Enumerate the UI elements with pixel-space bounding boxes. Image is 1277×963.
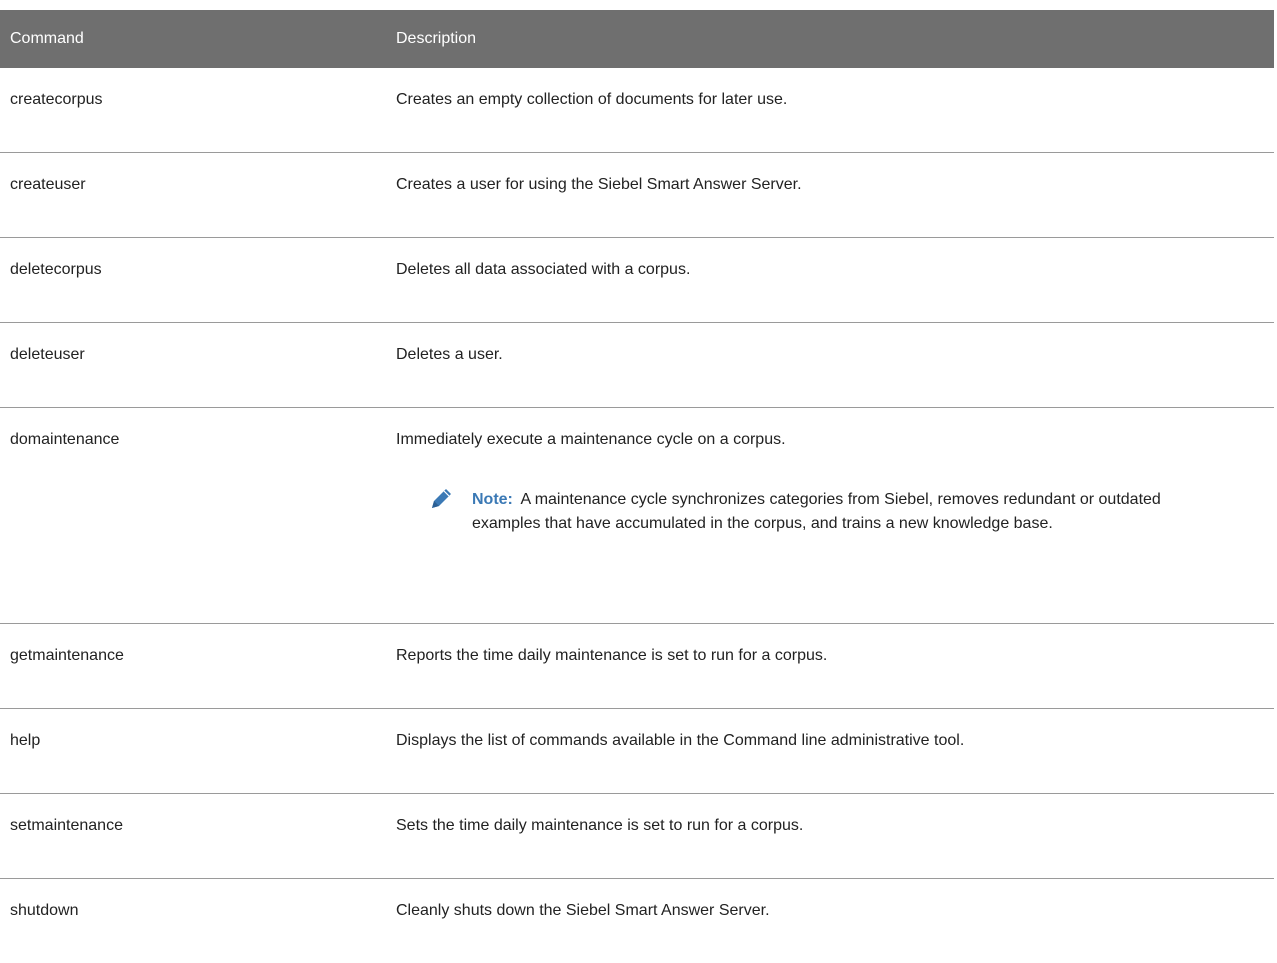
- description-text: Immediately execute a maintenance cycle …: [396, 431, 786, 448]
- table-row: setmaintenance Sets the time daily maint…: [0, 794, 1274, 879]
- description-cell: Creates a user for using the Siebel Smar…: [396, 176, 802, 193]
- note-text: A maintenance cycle synchronizes categor…: [472, 491, 1161, 532]
- description-cell: Reports the time daily maintenance is se…: [396, 647, 828, 664]
- header-command: Command: [10, 30, 84, 47]
- table-row: deleteuser Deletes a user.: [0, 323, 1274, 408]
- note-callout: Note: A maintenance cycle synchronizes c…: [396, 488, 1254, 536]
- pencil-icon: [432, 489, 451, 508]
- command-cell: deleteuser: [10, 346, 85, 363]
- table-row: getmaintenance Reports the time daily ma…: [0, 624, 1274, 709]
- table-header: Command Description: [0, 10, 1274, 68]
- description-cell: Displays the list of commands available …: [396, 732, 965, 749]
- command-cell: help: [10, 732, 41, 749]
- table-row: createuser Creates a user for using the …: [0, 153, 1274, 238]
- description-cell: Cleanly shuts down the Siebel Smart Answ…: [396, 902, 770, 919]
- header-description: Description: [396, 30, 477, 47]
- table-row: domaintenance Immediately execute a main…: [0, 408, 1274, 624]
- command-cell: setmaintenance: [10, 817, 123, 834]
- description-cell: Creates an empty collection of documents…: [396, 91, 788, 108]
- description-cell: Immediately execute a maintenance cycle …: [386, 408, 1274, 623]
- table-row: help Displays the list of commands avail…: [0, 709, 1274, 794]
- table-row: createcorpus Creates an empty collection…: [0, 68, 1274, 153]
- command-cell: deletecorpus: [10, 261, 102, 278]
- command-cell: getmaintenance: [10, 647, 124, 664]
- description-cell: Deletes a user.: [396, 346, 503, 363]
- description-cell: Sets the time daily maintenance is set t…: [396, 817, 804, 834]
- note-text-block: Note: A maintenance cycle synchronizes c…: [472, 488, 1214, 536]
- command-cell: shutdown: [10, 902, 79, 919]
- table-row: deletecorpus Deletes all data associated…: [0, 238, 1274, 323]
- command-table: Command Description createcorpus Creates…: [0, 10, 1274, 963]
- table-row: shutdown Cleanly shuts down the Siebel S…: [0, 879, 1274, 963]
- note-label: Note:: [472, 491, 513, 508]
- command-cell: createuser: [10, 176, 86, 193]
- command-cell: createcorpus: [10, 91, 103, 108]
- description-cell: Deletes all data associated with a corpu…: [396, 261, 691, 278]
- command-cell: domaintenance: [10, 431, 120, 448]
